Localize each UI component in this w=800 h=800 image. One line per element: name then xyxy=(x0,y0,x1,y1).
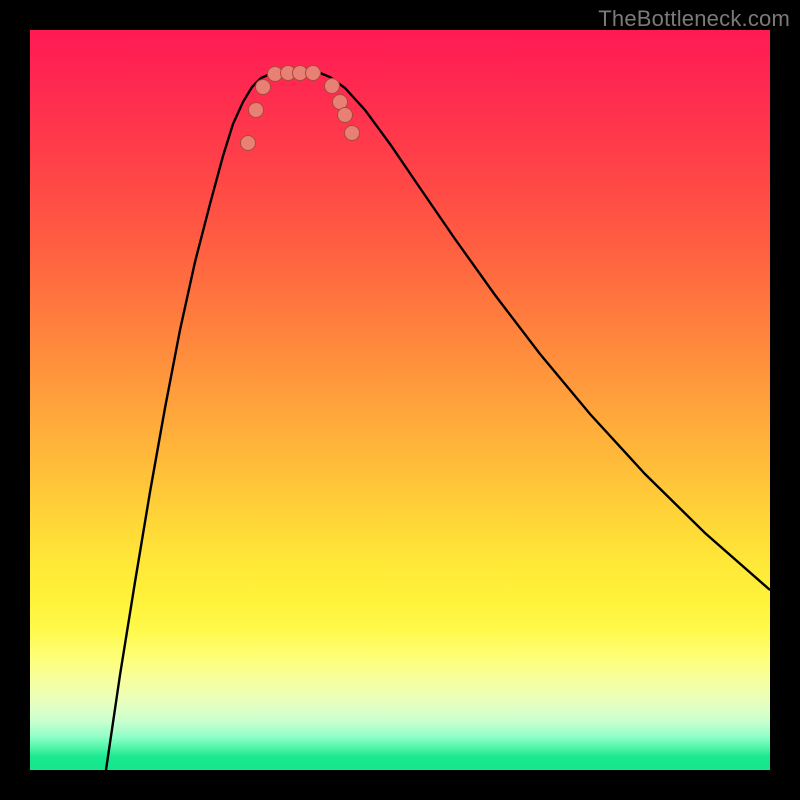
bottleneck-curve xyxy=(30,30,770,770)
chart-frame: TheBottleneck.com xyxy=(0,0,800,800)
curve-dot xyxy=(306,66,321,81)
curve-dot xyxy=(345,126,360,141)
curve-dots xyxy=(241,66,360,151)
curve-dot xyxy=(325,79,340,94)
curve-dot xyxy=(256,80,271,95)
curve-line xyxy=(106,73,770,770)
curve-dot xyxy=(241,136,256,151)
plot-area xyxy=(30,30,770,770)
curve-dot xyxy=(338,108,353,123)
curve-dot xyxy=(249,103,264,118)
watermark-text: TheBottleneck.com xyxy=(598,6,790,32)
